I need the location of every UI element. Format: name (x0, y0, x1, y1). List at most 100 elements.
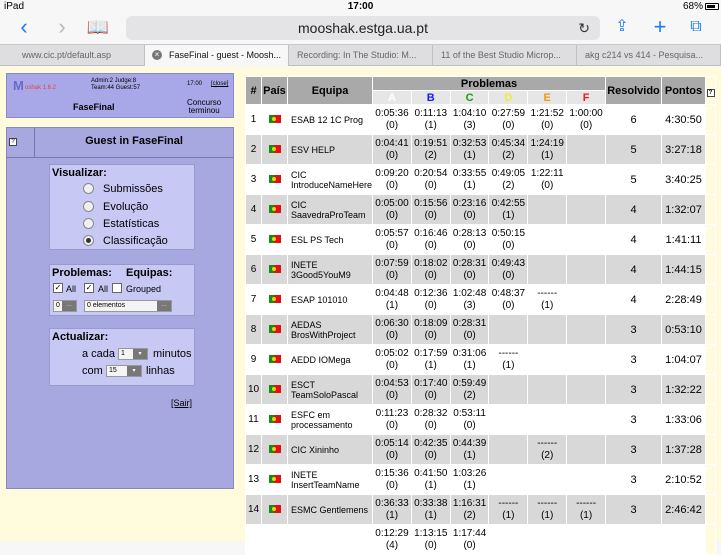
table-row[interactable]: 12 CIC Xininho 0:05:14 (0) 0:42:35 (0) 0:44:39… (245, 434, 716, 465)
team-cell: AEDD IOMega (286, 344, 374, 375)
tab-label: FaseFinal - guest - Moosh... (169, 50, 282, 60)
problem-cell (566, 284, 606, 315)
visualizar-label: Visualizar: (52, 167, 107, 179)
problem-cell: 0:17:40 (0) (410, 374, 451, 405)
attempts: (0) (463, 269, 476, 281)
table-row[interactable]: 13 INETE InsertTeamName 0:15:36 (0) 0:41:50(… (245, 464, 716, 495)
problem-cell: 0:28:32 (0) (410, 404, 451, 435)
help-icon[interactable]: ? (9, 138, 17, 146)
problem-cell (566, 314, 606, 345)
contest-header: M oshak 1.6.2 Admin:2 Judge:8 Team:44 Gu… (6, 73, 234, 118)
mooshak-logo: M (13, 78, 24, 93)
country-cell (261, 104, 288, 135)
attempts: (1) (502, 359, 515, 371)
team-cell: ESAP 101010 (286, 284, 374, 315)
problem-cell (527, 224, 568, 255)
solved-cell: 3 (605, 344, 662, 375)
table-row[interactable]: 4 CIC SaavedraProTeam 0:05:00 (0) 0:15:56 (0)… (245, 194, 716, 225)
attempts: (0) (579, 119, 593, 131)
reload-icon[interactable]: ↻ (578, 16, 590, 40)
solve-time: 0:11:23 (375, 407, 409, 419)
table-row[interactable]: 6 INETE 3Good5YouM9 0:07:59 (0) 0:18:02 (0) 0:… (245, 254, 716, 285)
table-row[interactable]: 11 ESFC em processamento 0:11:23 (0) 0:28:32… (245, 404, 716, 435)
sidebar-title: Guest in FaseFinal (35, 128, 233, 158)
back-icon[interactable]: ‹ (12, 16, 36, 40)
table-row[interactable]: 5 ESL PS Tech 0:05:57 (0) 0:16:46 (0) 0:28:13(… (245, 224, 716, 255)
solve-time: 0:17:40 (414, 377, 448, 389)
solve-time: 0:48:37 (491, 287, 526, 299)
table-row[interactable]: 9 AEDD IOMega 0:05:02 (0) 0:17:59 (1) 0:31:06(… (245, 344, 716, 375)
problem-cell: 0:27:59 (0) (488, 104, 529, 135)
view-option-evolucao[interactable]: Evolução (83, 199, 148, 215)
solve-time: 0:05:00 (375, 197, 409, 209)
solve-time: 1:13:15 (414, 527, 448, 539)
problem-cell: ------ (1) (527, 284, 568, 315)
problem-cell: 0:48:37 (0) (488, 284, 529, 315)
problem-cell (566, 224, 606, 255)
view-panel: Visualizar: Submissões Evolução Estatíst… (49, 164, 195, 250)
problem-cell: 1:24:19 (1) (527, 134, 568, 165)
tab-akg-search[interactable]: akg c214 vs 414 - Pesquisa... (577, 45, 721, 66)
tab-recording[interactable]: Recording: In The Studio: M... (289, 45, 433, 66)
table-row[interactable]: 3 CIC IntroduceNameHere 0:09:20 (0) 0:20:54(… (245, 164, 716, 195)
radio-icon[interactable] (83, 201, 94, 212)
lines-select[interactable]: 15 ▾ (106, 365, 142, 377)
attempts: (0) (502, 119, 515, 131)
radio-icon[interactable] (83, 183, 94, 194)
address-bar[interactable]: mooshak.estga.ua.pt ↻ (126, 16, 600, 40)
solved-cell: 4 (605, 254, 662, 285)
attempts: (0) (385, 239, 399, 251)
table-row[interactable]: 1 ESAB 12 1C Prog 0:05:36 (0) 0:11:13 (1) 1:04… (245, 104, 716, 135)
table-row[interactable]: 2 ESV HELP 0:04:41 (0) 0:19:51 (2) 0:32:53 (1) 0… (245, 134, 716, 165)
view-option-classificacao[interactable]: Classificação (83, 233, 168, 249)
all-problems-checkbox[interactable]: ✓ (53, 283, 63, 293)
attempts: (0) (424, 239, 437, 251)
radio-selected-icon[interactable] (83, 235, 94, 246)
table-row[interactable]: 8 AEDAS BrosWithProject 0:06:30 (0) 0:18:09(… (245, 314, 716, 345)
contest-state: Concurso terminou (187, 99, 221, 115)
portugal-flag-icon (268, 174, 281, 183)
view-option-estatisticas[interactable]: Estatísticas (83, 216, 159, 232)
contest-time: 17:00 (187, 81, 203, 87)
attempts: (0) (424, 389, 437, 401)
solved-cell: 4 (605, 224, 662, 255)
solved-cell (605, 524, 662, 555)
problem-select[interactable]: 0 ··· (53, 300, 77, 312)
table-row[interactable]: 14 ESMC Gentlemens 0:36:33 (1) 0:33:38 (1) 1:1… (245, 494, 716, 525)
help-icon[interactable]: ? (706, 88, 715, 97)
country-cell (261, 314, 288, 345)
attempts: (0) (385, 209, 399, 221)
country-cell (261, 344, 288, 375)
table-row[interactable]: 10 ESCT TeamSoloPascal 0:04:53 (0) 0:17:40 (0… (245, 374, 716, 405)
row-padding (705, 464, 716, 495)
country-cell (261, 164, 288, 195)
tabs-overview-icon[interactable]: ⧉ (684, 16, 708, 40)
new-tab-icon[interactable]: + (648, 16, 672, 40)
tab-microphones[interactable]: 11 of the Best Studio Microp... (433, 45, 577, 66)
problem-cell: 0:45:34 (2) (488, 134, 529, 165)
view-option-submissoes[interactable]: Submissões (83, 181, 163, 197)
table-row[interactable]: 0:12:29 (4) 1:13:15 (0) 1:17:44 (0) (245, 524, 716, 555)
bookmarks-icon[interactable]: 📖 (86, 16, 110, 40)
share-icon[interactable]: ⇪ (610, 16, 634, 40)
tab-fasefinal[interactable]: × FaseFinal - guest - Moosh... (145, 45, 289, 66)
problem-cell: 0:05:14 (0) (372, 434, 412, 465)
team-select[interactable]: 0 elementos ··· (84, 300, 172, 312)
tab-cic[interactable]: www.cic.pt/default.asp (0, 45, 145, 66)
problem-cell: 0:09:20 (0) (372, 164, 412, 195)
table-row[interactable]: 7 ESAP 101010 0:04:48 (1) 0:12:36 (0) 1:02:48(… (245, 284, 716, 315)
solve-time: 0:28:32 (414, 407, 448, 419)
radio-icon[interactable] (83, 218, 94, 229)
forward-icon[interactable]: › (50, 16, 74, 40)
close-link[interactable]: [close] (211, 81, 228, 87)
grouped-label: Grouped (126, 284, 162, 294)
close-tab-icon[interactable]: × (152, 50, 162, 60)
solve-time: 0:50:15 (491, 227, 526, 239)
grouped-checkbox[interactable] (112, 283, 122, 293)
logout-link[interactable]: [Sair] (171, 398, 192, 408)
all-teams-checkbox[interactable]: ✓ (84, 283, 94, 293)
row-padding (705, 344, 716, 375)
problem-cell: 1:13:15 (0) (410, 524, 451, 555)
minutes-select[interactable]: 1 ▾ (118, 348, 148, 360)
attempts: (1) (385, 509, 399, 521)
